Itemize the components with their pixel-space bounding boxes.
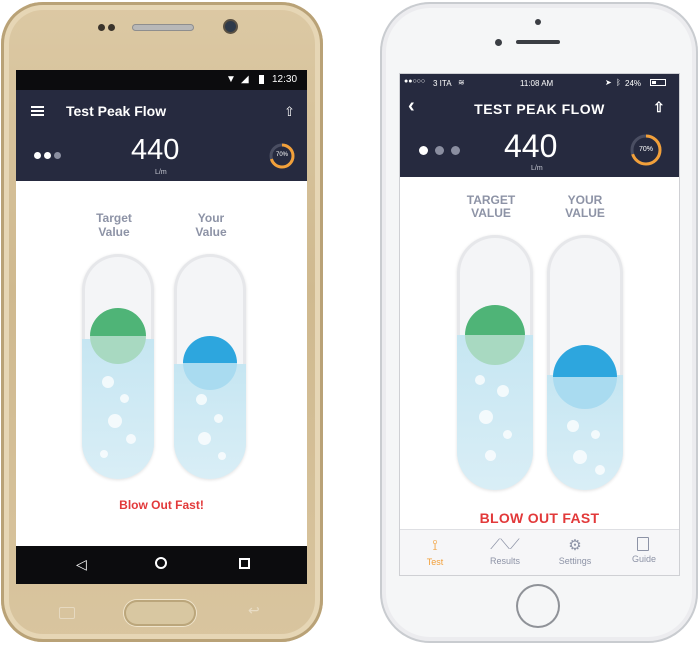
- status-bar: ▼ ◢ 12:30: [16, 70, 307, 90]
- menu-icon[interactable]: [31, 106, 44, 117]
- tab-results-label: Results: [489, 556, 520, 566]
- battery-icon: [259, 75, 264, 84]
- page-title: TEST PEAK FLOW: [474, 101, 605, 117]
- front-camera: [535, 19, 541, 25]
- android-nav-bar: ◁: [16, 546, 307, 584]
- earpiece: [516, 40, 560, 44]
- flow-value: 440: [504, 128, 558, 164]
- location-icon: ➤: [605, 78, 612, 87]
- iphone: ●●○○○ 3 ITA ≋ 11:08 AM ➤ ᛒ 24% ‹ TEST PE…: [380, 2, 698, 643]
- progress-label: 70%: [275, 152, 288, 158]
- android-phone: ▼ ◢ 12:30 Test Peak Flow ⇧ 440 L/m 70% T…: [1, 2, 323, 642]
- progress-ring: 70%: [268, 142, 296, 170]
- back-key-icon[interactable]: ↩: [248, 602, 260, 619]
- status-time: 11:08 AM: [520, 79, 554, 88]
- tab-guide-label: Guide: [631, 554, 657, 564]
- tab-results[interactable]: ⟋⟍⟋ Results: [470, 530, 540, 575]
- carrier-label: 3 ITA: [433, 79, 452, 88]
- your-indicator: [553, 345, 617, 409]
- target-indicator: [90, 308, 146, 364]
- home-button[interactable]: [516, 584, 560, 628]
- tab-guide[interactable]: Guide: [609, 530, 679, 575]
- share-icon[interactable]: ⇧: [653, 99, 665, 116]
- home-button[interactable]: [124, 600, 196, 626]
- target-tube: [82, 254, 154, 479]
- progress-label: 70%: [638, 146, 653, 153]
- target-value-label: TARGET VALUE: [466, 193, 516, 220]
- tab-bar: ⟟ Test ⟋⟍⟋ Results ⚙ Settings Guide: [400, 529, 679, 575]
- android-screen: ▼ ◢ 12:30 Test Peak Flow ⇧ 440 L/m 70% T…: [16, 70, 307, 584]
- lungs-icon: ⟟: [432, 537, 438, 554]
- your-value-label: Your Value: [195, 211, 227, 239]
- gear-icon: ⚙: [568, 537, 582, 554]
- progress-ring: 70%: [628, 132, 664, 168]
- page-title: Test Peak Flow: [66, 103, 167, 119]
- your-indicator: [183, 336, 237, 390]
- chart-line-icon: ⟋⟍⟋: [490, 536, 520, 552]
- recent-apps-key[interactable]: [59, 607, 75, 619]
- share-icon[interactable]: ⇧: [284, 104, 295, 120]
- book-icon: [637, 537, 649, 551]
- signal-icon: ◢: [241, 74, 249, 85]
- signal-dots-icon: ●●○○○: [404, 78, 426, 85]
- blow-message: BLOW OUT FAST: [479, 510, 600, 526]
- tab-test[interactable]: ⟟ Test: [400, 530, 470, 575]
- target-indicator: [465, 305, 525, 365]
- status-time: 12:30: [272, 74, 298, 85]
- your-tube: [547, 235, 623, 490]
- app-header: Test Peak Flow ⇧ 440 L/m 70%: [16, 90, 307, 181]
- tab-test-label: Test: [426, 557, 444, 567]
- status-bar: ●●○○○ 3 ITA ≋ 11:08 AM ➤ ᛒ 24%: [400, 74, 679, 93]
- speaker-grille: [132, 24, 194, 31]
- tab-settings-label: Settings: [558, 556, 592, 566]
- battery-percent: 24%: [625, 79, 642, 88]
- recents-nav-icon[interactable]: [239, 558, 250, 569]
- your-value-label: YOUR VALUE: [565, 193, 605, 220]
- target-tube: [457, 235, 533, 490]
- battery-icon: [650, 79, 666, 86]
- back-nav-icon[interactable]: ◁: [76, 556, 87, 573]
- side-camera: [495, 39, 502, 46]
- blow-message: Blow Out Fast!: [119, 498, 204, 512]
- target-value-label: Target Value: [96, 211, 132, 239]
- iphone-screen: ●●○○○ 3 ITA ≋ 11:08 AM ➤ ᛒ 24% ‹ TEST PE…: [399, 73, 680, 576]
- tab-settings[interactable]: ⚙ Settings: [540, 530, 610, 575]
- flow-value: 440: [131, 134, 180, 166]
- your-tube: [174, 254, 246, 479]
- wifi-icon: ≋: [458, 78, 465, 87]
- app-header: ‹ TEST PEAK FLOW ⇧ 440 L/m 70%: [400, 93, 679, 177]
- flow-unit: L/m: [155, 169, 167, 176]
- bluetooth-icon: ᛒ: [616, 78, 621, 87]
- home-nav-icon[interactable]: [155, 557, 167, 569]
- front-camera: [225, 21, 236, 32]
- flow-unit: L/m: [531, 165, 543, 172]
- wifi-icon: ▼: [226, 74, 236, 85]
